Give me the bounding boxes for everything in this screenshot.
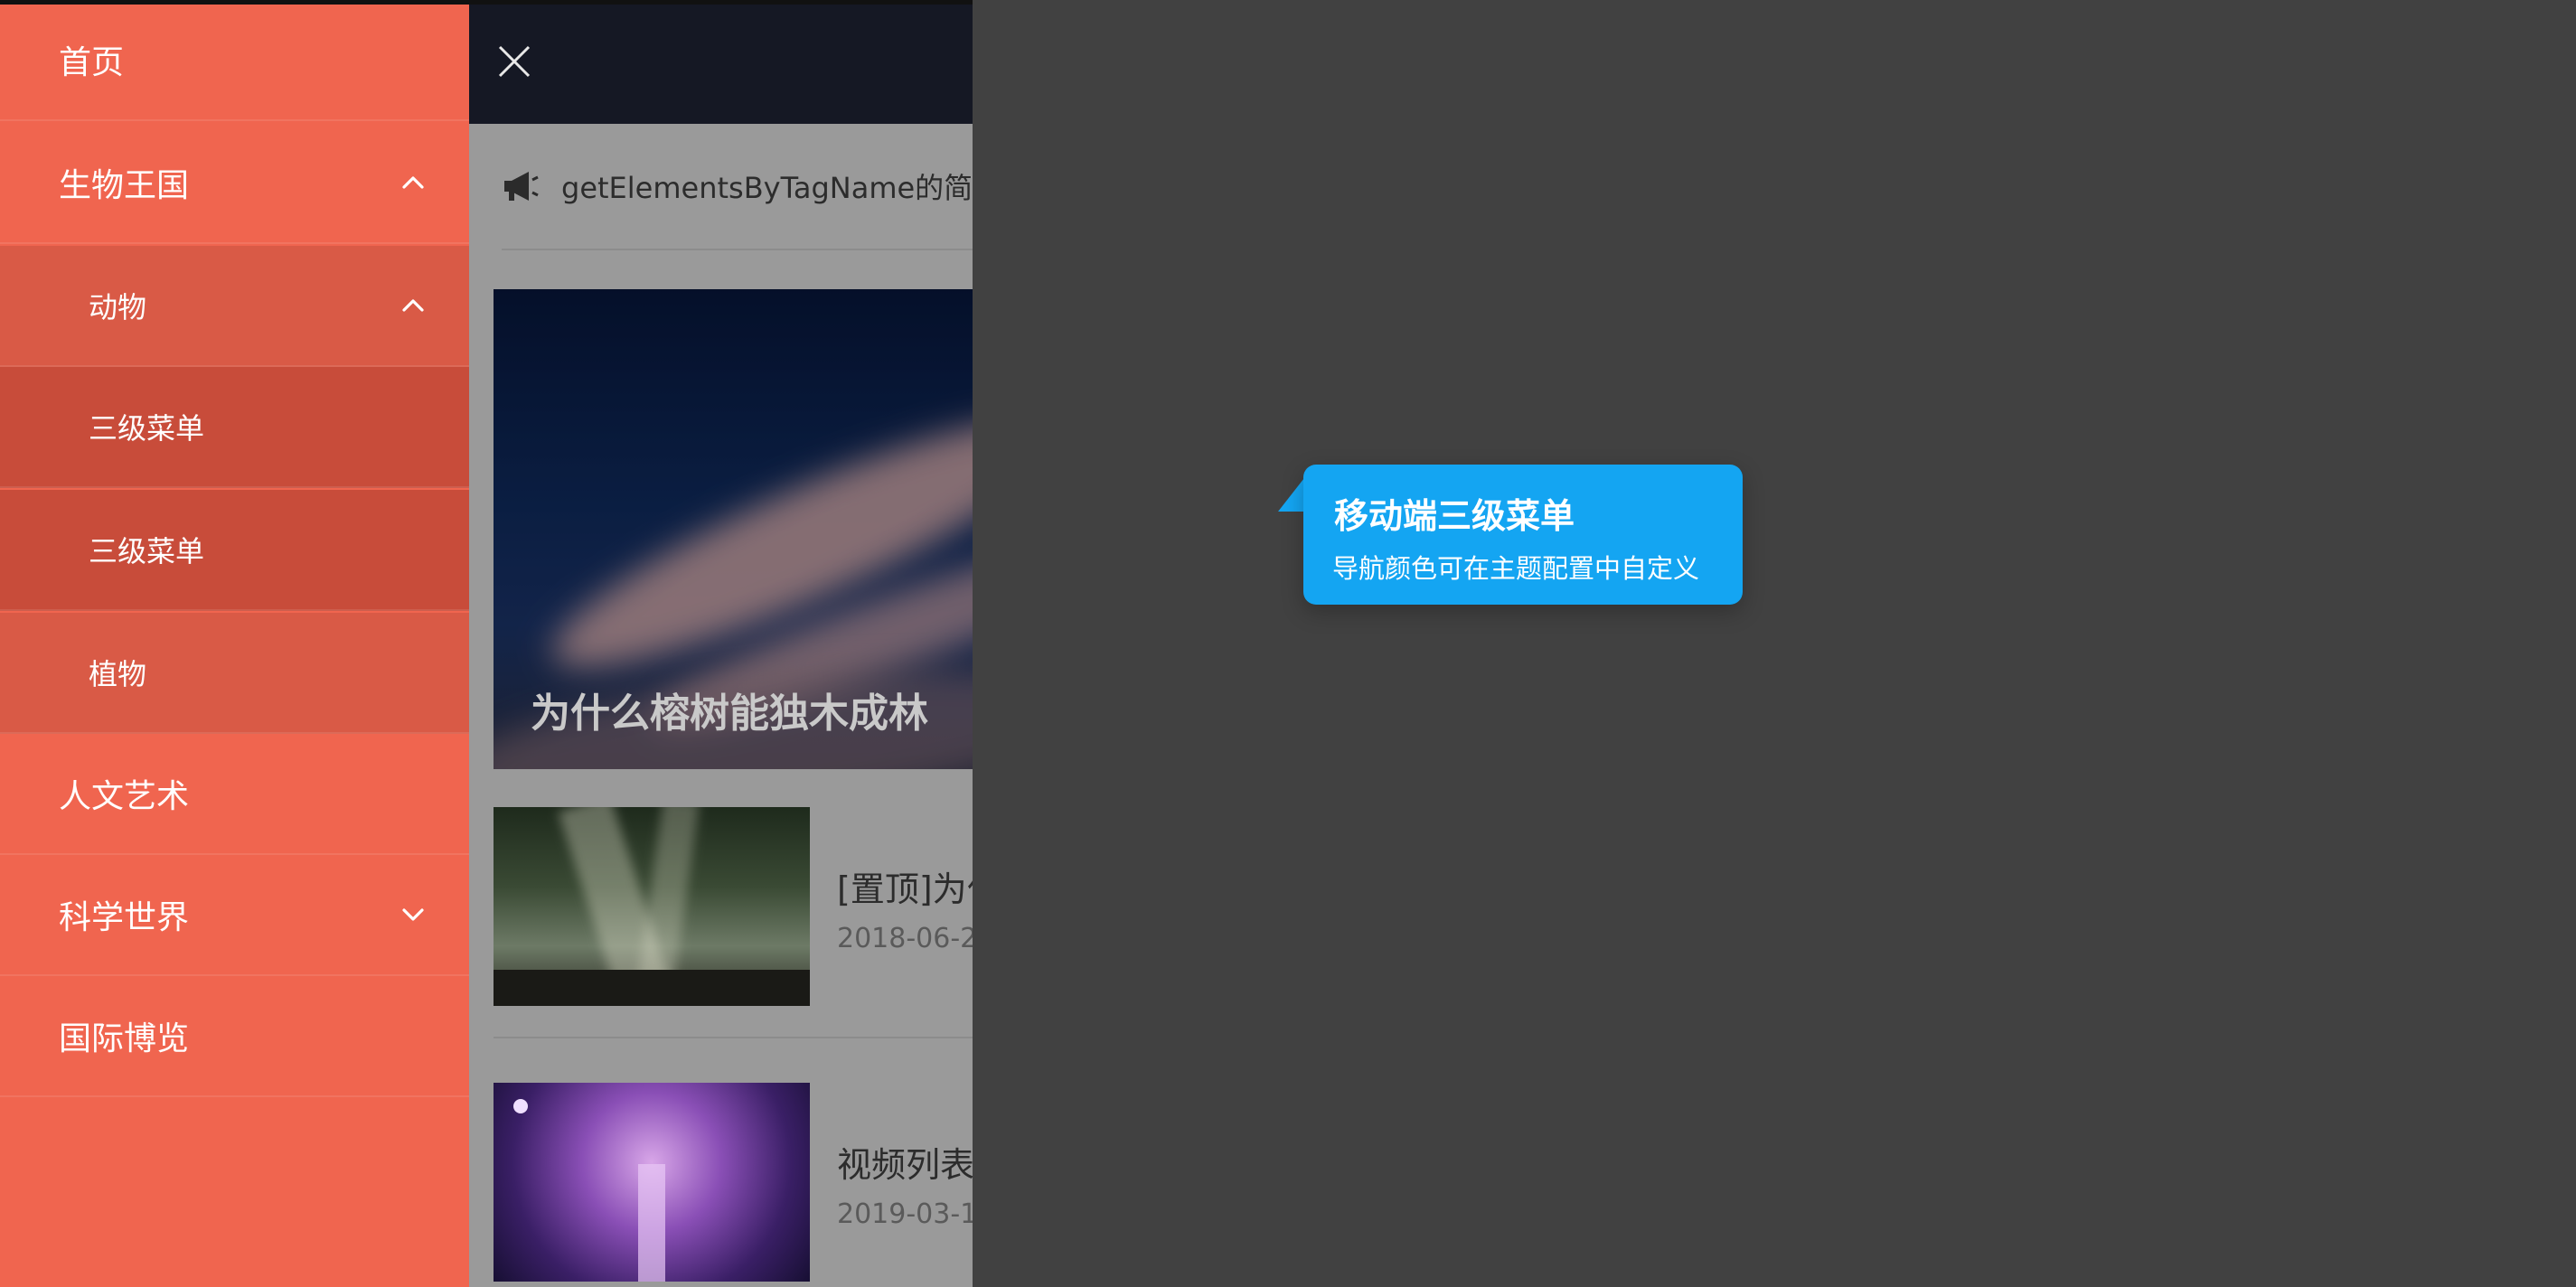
- menu-item-label: 首页: [59, 44, 125, 81]
- article-title: [置顶]为什: [837, 869, 973, 909]
- menu-item-label: 三级菜单: [89, 534, 205, 568]
- article-date: 2018-06-22: [837, 923, 973, 954]
- menu-item-label: 动物: [89, 290, 147, 324]
- article-date: 2019-03-1: [837, 1198, 973, 1230]
- menu-item-label: 植物: [89, 657, 147, 691]
- article-thumbnail: [494, 1083, 810, 1282]
- menu-item-label: 三级菜单: [89, 411, 205, 446]
- menu-item-level3-a[interactable]: 三级菜单: [0, 367, 469, 488]
- megaphone-icon: [502, 167, 540, 205]
- main-page: getElementsByTagName的简写 为什么榕树能独木成林 [置顶]为…: [469, 0, 973, 1287]
- page-header: [469, 0, 973, 124]
- chevron-up-icon: [400, 293, 426, 318]
- menu-item-animals[interactable]: 动物: [0, 246, 469, 367]
- chevron-down-icon: [400, 902, 426, 927]
- menu-item-home[interactable]: 首页: [0, 0, 469, 121]
- article-thumbnail: [494, 807, 810, 1006]
- notice-bar[interactable]: getElementsByTagName的简写: [502, 124, 973, 250]
- menu-item-biology[interactable]: 生物王国: [0, 123, 469, 244]
- featured-title[interactable]: 为什么榕树能独木成林: [531, 681, 928, 738]
- tooltip-title: 移动端三级菜单: [1334, 496, 1575, 536]
- guide-tooltip[interactable]: 移动端三级菜单 导航颜色可在主题配置中自定义: [1303, 465, 1743, 605]
- menu-item-level3-b[interactable]: 三级菜单: [0, 490, 469, 611]
- side-drawer-menu: 首页 生物王国 动物 三级菜单 三级菜单 植物 人文艺术 科学世界 国际博览: [0, 0, 469, 1287]
- menu-item-science[interactable]: 科学世界: [0, 855, 469, 976]
- menu-item-label: 国际博览: [59, 1020, 190, 1057]
- menu-item-label: 生物王国: [59, 167, 190, 204]
- menu-item-label: 科学世界: [59, 899, 190, 936]
- menu-item-expo[interactable]: 国际博览: [0, 976, 469, 1097]
- close-icon[interactable]: [496, 43, 532, 80]
- thumbnail-tree: [638, 1164, 665, 1282]
- list-item[interactable]: 视频列表 2019-03-1: [494, 1083, 973, 1287]
- article-title: 视频列表: [837, 1145, 973, 1185]
- menu-item-label: 人文艺术: [59, 778, 190, 815]
- list-item[interactable]: [置顶]为什 2018-06-22: [494, 807, 973, 1038]
- notice-text: getElementsByTagName的简写: [561, 171, 973, 205]
- tooltip-description: 导航颜色可在主题配置中自定义: [1332, 553, 1700, 584]
- top-status-strip: [0, 0, 973, 5]
- menu-item-humanities[interactable]: 人文艺术: [0, 734, 469, 855]
- menu-item-plants[interactable]: 植物: [0, 613, 469, 734]
- thumbnail-moon: [513, 1099, 528, 1113]
- thumbnail-ground: [494, 970, 810, 1006]
- chevron-up-icon: [400, 170, 426, 195]
